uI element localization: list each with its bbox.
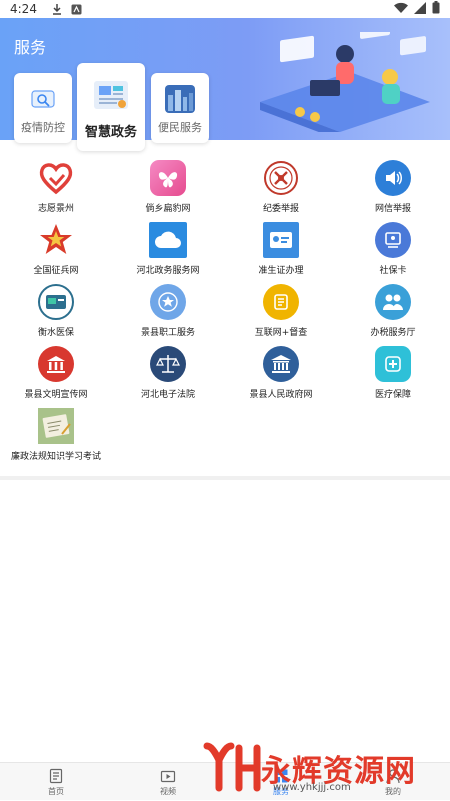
emblem-icon — [263, 160, 299, 196]
nav-home[interactable]: 首页 — [0, 763, 112, 801]
service-item[interactable]: 景县人民政府网 — [225, 346, 337, 400]
service-item[interactable]: 全国征兵网 — [0, 222, 112, 276]
service-item[interactable]: 志愿景州 — [0, 160, 112, 214]
service-item[interactable]: 廉政法规知识学习考试 — [0, 408, 112, 462]
service-item[interactable]: 互联网+督查 — [225, 284, 337, 338]
service-item[interactable]: 网信举报 — [337, 160, 449, 214]
service-item[interactable]: 景县职工服务 — [112, 284, 224, 338]
service-label: 纪委举报 — [262, 204, 299, 214]
service-label: 志愿景州 — [37, 204, 74, 214]
speaker-icon — [375, 160, 411, 196]
service-item[interactable]: 社保卡 — [337, 222, 449, 276]
card-icon — [375, 222, 411, 258]
watermark-logo-icon — [203, 742, 261, 792]
service-label: 河北电子法院 — [140, 390, 195, 400]
service-label: 河北政务服务网 — [136, 266, 200, 276]
service-label: 社保卡 — [379, 266, 407, 276]
service-label: 办税服务厅 — [370, 328, 416, 338]
service-label: 衡水医保 — [37, 328, 74, 338]
service-item[interactable]: 河北政务服务网 — [112, 222, 224, 276]
service-label: 全国征兵网 — [33, 266, 79, 276]
service-label: 互联网+督查 — [254, 328, 308, 338]
video-icon — [160, 770, 176, 782]
people-icon — [375, 284, 411, 320]
id-card-icon — [263, 222, 299, 258]
service-item[interactable]: 纪委举报 — [225, 160, 337, 214]
download-icon — [51, 3, 63, 15]
butterfly-icon — [150, 160, 186, 196]
service-label: 景县职工服务 — [140, 328, 195, 338]
watermark-url: www.yhkjjj.com — [273, 782, 351, 793]
coin-icon — [263, 284, 299, 320]
document-icon — [49, 768, 63, 783]
city-photo-icon — [165, 85, 195, 113]
service-item[interactable]: 衡水医保 — [0, 284, 112, 338]
service-item[interactable]: 景县文明宣传网 — [0, 346, 112, 400]
search-shield-icon — [31, 90, 55, 108]
nav-label: 首页 — [48, 786, 64, 796]
tab-epidemic[interactable]: 疫情防控 — [14, 73, 72, 143]
service-label: 医疗保障 — [374, 390, 411, 400]
office-illustration — [260, 32, 430, 132]
medical-card-icon — [38, 284, 74, 320]
heart-hand-icon — [38, 160, 74, 196]
page-title: 服务 — [14, 38, 47, 57]
service-label: 准生证办理 — [258, 266, 304, 276]
status-bar: 4:24 — [0, 0, 450, 18]
battery-icon — [432, 1, 440, 17]
service-label: 网信举报 — [374, 204, 411, 214]
service-item[interactable]: 倘乡扁豹网 — [112, 160, 224, 214]
service-label: 景县文明宣传网 — [24, 390, 88, 400]
service-label: 景县人民政府网 — [249, 390, 313, 400]
service-item[interactable]: 办税服务厅 — [337, 284, 449, 338]
watermark: 永辉资源网 www.yhkjjj.com — [203, 740, 443, 796]
cloud-icon — [149, 222, 187, 258]
government-icon — [263, 346, 299, 382]
army-star-icon — [38, 222, 74, 258]
tab-smart-gov[interactable]: 智慧政务 — [77, 63, 145, 151]
service-label: 廉政法规知识学习考试 — [10, 452, 101, 462]
signal-icon — [414, 1, 426, 17]
category-tabs: 疫情防控 智慧政务 便民服务 — [14, 63, 214, 153]
medical-icon — [375, 346, 411, 382]
smart-gov-icon — [94, 81, 128, 109]
service-item[interactable]: 河北电子法院 — [112, 346, 224, 400]
service-item[interactable]: 准生证办理 — [225, 222, 337, 276]
nav-label: 视频 — [160, 786, 176, 796]
wifi-icon — [394, 2, 408, 17]
app-notification-icon — [71, 3, 83, 15]
exam-photo-icon — [38, 408, 74, 444]
tab-label: 智慧政务 — [84, 125, 137, 140]
star-badge-icon — [150, 284, 186, 320]
tab-label: 便民服务 — [158, 121, 202, 134]
tab-label: 疫情防控 — [21, 121, 65, 134]
scale-icon — [150, 346, 186, 382]
service-label: 倘乡扁豹网 — [145, 204, 191, 214]
tab-convenience[interactable]: 便民服务 — [151, 73, 209, 143]
building-icon — [38, 346, 74, 382]
status-time: 4:24 — [10, 2, 37, 16]
section-divider — [0, 476, 450, 480]
service-item[interactable]: 医疗保障 — [337, 346, 449, 400]
